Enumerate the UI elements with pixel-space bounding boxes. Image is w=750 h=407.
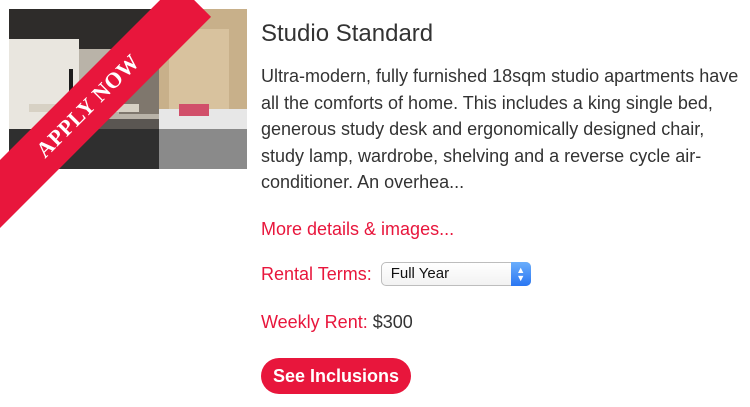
see-inclusions-button[interactable]: See Inclusions — [261, 358, 412, 394]
chevron-up-down-icon: ▲ ▼ — [510, 262, 531, 286]
weekly-rent-row: Weekly Rent: $300 — [261, 312, 413, 333]
rental-terms-row: Rental Terms: Full Year ▲ ▼ — [261, 262, 531, 286]
rental-terms-label: Rental Terms: — [261, 263, 372, 284]
more-details-link[interactable]: More details & images... — [261, 219, 454, 240]
room-title: Studio Standard — [261, 20, 434, 47]
room-description: Ultra-modern, fully furnished 18sqm stud… — [261, 66, 739, 192]
rental-terms-select[interactable]: Full Year ▲ ▼ — [380, 262, 531, 286]
rental-terms-value: Full Year — [390, 265, 450, 282]
weekly-rent-value: $300 — [372, 312, 413, 332]
weekly-rent-label: Weekly Rent: — [261, 312, 368, 332]
